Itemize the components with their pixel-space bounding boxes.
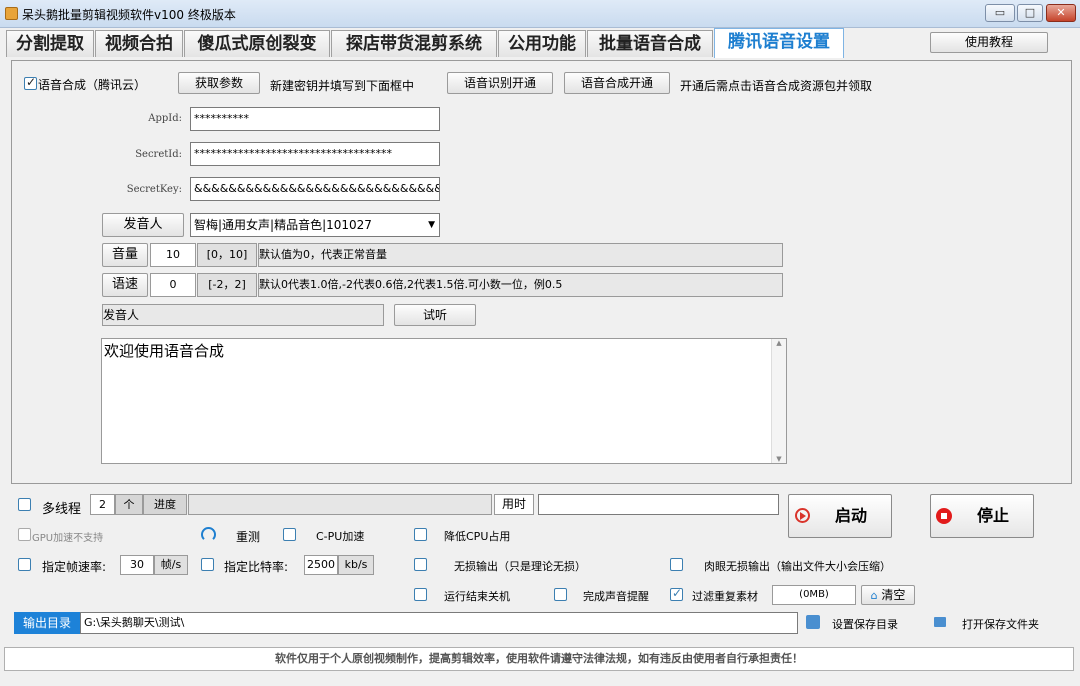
volume-input[interactable]: 10	[150, 243, 196, 267]
gpu-label: GPU加速不支持	[32, 533, 104, 544]
secretid-input[interactable]: ************************************	[190, 142, 440, 166]
speed-button[interactable]: 语速	[102, 273, 148, 297]
lower-cpu-label: 降低CPU占用	[444, 530, 511, 543]
tab-video-duet[interactable]: 视频合拍	[95, 30, 183, 57]
sound-alert-checkbox[interactable]	[554, 588, 567, 601]
title-bar: 呆头鹅批量剪辑视频软件v100 终极版本 ▭ □ ✕	[0, 0, 1080, 28]
fps-checkbox[interactable]	[18, 558, 31, 571]
lossless-checkbox[interactable]	[414, 558, 427, 571]
appid-label: AppId:	[148, 113, 182, 124]
visual-lossless-checkbox[interactable]	[670, 558, 683, 571]
volume-description: 默认值为0，代表正常音量	[258, 243, 783, 267]
progress-label: 进度	[143, 494, 187, 515]
tab-store-mix[interactable]: 探店带货混剪系统	[331, 30, 497, 57]
output-dir-label: 输出目录	[14, 612, 80, 634]
get-params-button[interactable]: 获取参数	[178, 72, 260, 94]
speaker-button[interactable]: 发音人	[102, 213, 184, 237]
sound-alert-label: 完成声音提醒	[583, 590, 649, 603]
chevron-down-icon: ▼	[428, 220, 435, 230]
speed-description: 默认0代表1.0倍,-2代表0.6倍,2代表1.5倍.可小数一位，例0.5	[258, 273, 783, 297]
thread-unit-label: 个	[115, 494, 143, 515]
bitrate-unit: kb/s	[338, 555, 374, 575]
elapsed-time-field	[538, 494, 779, 515]
visual-lossless-label: 肉眼无损输出（输出文件大小会压缩）	[704, 560, 891, 573]
clear-button[interactable]: ⌂ 清空	[861, 585, 915, 605]
tts-text-content: 欢迎使用语音合成	[104, 342, 225, 360]
window-title: 呆头鹅批量剪辑视频软件v100 终极版本	[22, 8, 236, 22]
speed-input[interactable]: 0	[150, 273, 196, 297]
lower-cpu-checkbox[interactable]	[414, 528, 427, 541]
speaker-select[interactable]: 智梅|通用女声|精品音色|101027 ▼	[190, 213, 440, 237]
progress-bar	[188, 494, 492, 515]
set-save-dir-button[interactable]: 设置保存目录	[832, 616, 898, 632]
save-dir-icon	[806, 615, 820, 629]
listen-button[interactable]: 试听	[394, 304, 476, 326]
thread-count-input[interactable]: 2	[90, 494, 115, 515]
tts-open-button[interactable]: 语音合成开通	[564, 72, 670, 94]
tts-enable-checkbox[interactable]	[24, 75, 37, 90]
footer-disclaimer: 软件仅用于个人原创视频制作，提高剪辑效率，使用软件请遵守法律法规，如有违反由使用…	[4, 647, 1074, 671]
folder-icon	[934, 617, 946, 627]
appid-input[interactable]: **********	[190, 107, 440, 131]
minimize-button[interactable]: ▭	[985, 4, 1015, 22]
lossless-label: 无损输出（只是理论无损）	[454, 560, 586, 573]
tab-split-extract[interactable]: 分割提取	[6, 30, 94, 57]
shutdown-checkbox[interactable]	[414, 588, 427, 601]
multithread-label: 多线程	[42, 502, 82, 517]
volume-range: [0，10]	[197, 243, 257, 267]
start-label: 启动	[835, 506, 868, 525]
filter-dup-checkbox[interactable]	[670, 586, 683, 601]
play-icon	[795, 508, 810, 523]
fps-unit: 帧/s	[154, 555, 188, 575]
speaker-select-value: 智梅|通用女声|精品音色|101027	[194, 218, 372, 232]
tutorial-button[interactable]: 使用教程	[930, 32, 1048, 53]
fps-input[interactable]: 30	[120, 555, 154, 575]
tab-common-functions[interactable]: 公用功能	[498, 30, 586, 57]
app-icon	[5, 7, 18, 20]
elapsed-label: 用时	[494, 494, 534, 515]
volume-button[interactable]: 音量	[102, 243, 148, 267]
stop-icon	[936, 508, 952, 524]
secretkey-label: SecretKey:	[126, 184, 182, 195]
tab-original-fission[interactable]: 傻瓜式原创裂变	[184, 30, 330, 57]
close-button[interactable]: ✕	[1046, 4, 1076, 22]
tab-batch-tts[interactable]: 批量语音合成	[587, 30, 713, 57]
scrollbar[interactable]: ▲ ▼	[771, 339, 786, 463]
stop-button[interactable]: 停止	[930, 494, 1034, 538]
tab-tencent-voice-settings[interactable]: 腾讯语音设置	[714, 28, 844, 58]
scroll-down-icon[interactable]: ▼	[772, 455, 786, 463]
tts-enable-label: 语音合成（腾讯云）	[38, 78, 147, 92]
bitrate-checkbox[interactable]	[201, 558, 214, 571]
cpu-accel-label: C-PU加速	[316, 530, 365, 543]
maximize-button[interactable]: □	[1017, 4, 1043, 22]
key-hint-text: 新建密钥并填写到下面框中	[270, 79, 415, 93]
clear-label: 清空	[881, 588, 906, 602]
start-button[interactable]: 启动	[788, 494, 892, 538]
speaker-display: 发音人	[102, 304, 384, 326]
gpu-checkbox[interactable]	[18, 528, 31, 541]
retest-button[interactable]: 重测	[236, 528, 260, 545]
shutdown-label: 运行结束关机	[444, 590, 510, 603]
gauge-icon	[201, 527, 216, 542]
bitrate-input[interactable]: 2500	[304, 555, 338, 575]
scroll-up-icon[interactable]: ▲	[772, 339, 786, 347]
bitrate-label: 指定比特率:	[224, 560, 289, 574]
multithread-checkbox[interactable]	[18, 498, 31, 511]
size-display: (0MB)	[772, 585, 856, 605]
stop-label: 停止	[977, 506, 1010, 525]
asr-open-button[interactable]: 语音识别开通	[447, 72, 553, 94]
secretkey-input[interactable]: &&&&&&&&&&&&&&&&&&&&&&&&&&&&&&&&&&	[190, 177, 440, 201]
fps-label: 指定帧速率:	[42, 560, 107, 574]
cpu-accel-checkbox[interactable]	[283, 528, 296, 541]
speed-range: [-2，2]	[197, 273, 257, 297]
open-tip-text: 开通后需点击语音合成资源包并领取	[680, 79, 873, 93]
filter-dup-label: 过滤重复素材	[692, 590, 758, 603]
tts-text-area[interactable]: 欢迎使用语音合成 ▲ ▼	[101, 338, 787, 464]
secretid-label: SecretId:	[135, 149, 182, 160]
open-save-folder-button[interactable]: 打开保存文件夹	[962, 616, 1039, 632]
output-dir-input[interactable]: G:\呆头鹅聊天\测试\	[80, 612, 798, 634]
broom-icon: ⌂	[870, 589, 878, 602]
